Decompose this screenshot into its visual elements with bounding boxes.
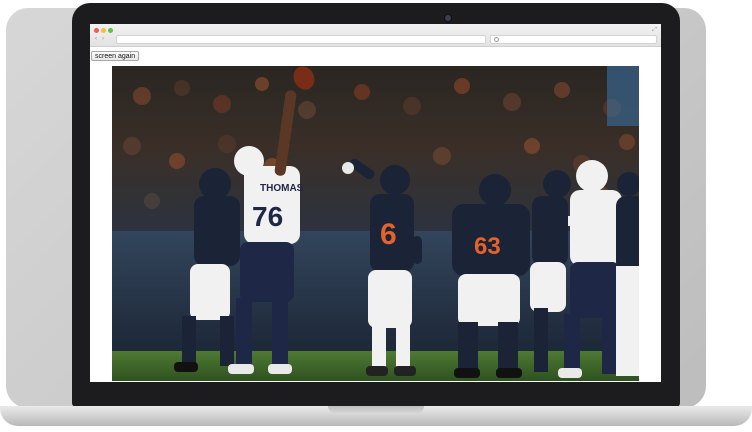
lineman-number: 76	[252, 201, 283, 232]
browser-toolbar: ‹ › ⤢	[90, 24, 661, 47]
screen-again-button[interactable]: screen again	[91, 51, 140, 61]
search-icon	[494, 37, 499, 42]
back-icon[interactable]: ‹	[95, 36, 97, 42]
address-bar[interactable]	[116, 35, 486, 44]
laptop-trackpad-notch	[328, 406, 424, 413]
browser-window: ‹ › ⤢ screen again THOMAS 76 6 63	[90, 24, 661, 382]
football-photo: THOMAS 76 6 63	[112, 66, 639, 381]
resize-icon[interactable]: ⤢	[652, 27, 657, 34]
center-number: 63	[474, 233, 501, 260]
zoom-window-button[interactable]	[108, 28, 113, 33]
photo-illustration: THOMAS 76 6 63	[112, 66, 639, 381]
minimize-window-button[interactable]	[101, 28, 106, 33]
lineman-name: THOMAS	[260, 183, 304, 194]
camera-icon	[445, 15, 451, 21]
forward-icon[interactable]: ›	[102, 36, 104, 42]
qb-number: 6	[380, 218, 397, 251]
close-window-button[interactable]	[94, 28, 99, 33]
search-bar[interactable]	[490, 35, 657, 44]
